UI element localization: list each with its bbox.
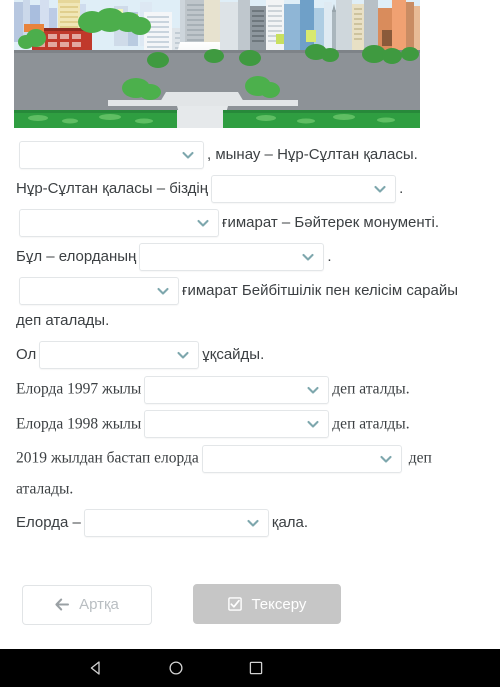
sentence-text-8b: деп аталды. [332,415,410,433]
chevron-down-icon [373,182,387,196]
dropdown-7[interactable] [144,375,330,404]
sentence-text-10b: қала. [271,514,309,531]
sentence-text-8a: Елорда 1998 жылы [16,415,142,433]
dropdown-5[interactable] [19,277,179,306]
dropdown-3[interactable] [19,209,219,238]
chevron-down-icon [181,148,195,162]
sentence-row-1: , мынау – Нұр-Сұлтан қаласы. [16,140,486,170]
check-button[interactable]: Тексеру [193,584,342,624]
sentence-row-2: Нұр-Сұлтан қаласы – біздің . [16,174,486,204]
dropdown-10[interactable] [83,509,269,537]
sentence-text-4b: . [327,248,332,266]
sentence-row-3: ғимарат – Бәйтерек монументі. [16,208,486,238]
dropdown-4[interactable] [139,243,325,272]
checkbox-checked-icon [228,597,243,611]
recents-square-icon[interactable] [245,657,267,679]
sentence-row-10: Елорда – қала. [16,508,486,538]
fill-in-the-blank-form: , мынау – Нұр-Сұлтан қаласы. Нұр-Сұлтан … [0,128,500,542]
chevron-down-icon [196,216,210,230]
back-button-label: Артқа [79,596,119,613]
check-button-label: Тексеру [251,595,307,613]
home-circle-icon[interactable] [165,657,187,679]
nur-sultan-city-illustration [14,0,420,128]
chevron-down-icon [301,250,315,264]
sentence-text-10a: Елорда – [16,514,81,531]
dropdown-8[interactable] [144,410,330,439]
chevron-down-icon [379,452,393,466]
dropdown-1[interactable] [19,141,204,170]
sentence-row-7: Елорда 1997 жылы деп аталды. [16,374,486,404]
chevron-down-icon [156,284,170,298]
action-button-row: Артқа Тексеру [0,584,500,625]
sentence-text-7b: деп аталды. [332,380,410,398]
sentence-row-9: 2019 жылдан бастап елорда деп аталады. [16,443,486,504]
sentence-text-7a: Елорда 1997 жылы [16,380,142,398]
sentence-row-4: Бұл – елорданың . [16,242,486,272]
sentence-text-1a: , мынау – Нұр-Сұлтан қаласы. [207,146,418,164]
exercise-screen: , мынау – Нұр-Сұлтан қаласы. Нұр-Сұлтан … [0,0,500,687]
dropdown-9[interactable] [201,444,402,473]
sentence-text-3a: ғимарат – Бәйтерек монументі. [222,214,440,232]
dropdown-2[interactable] [211,175,397,204]
chevron-down-icon [246,516,260,530]
sentence-text-2b: . [399,180,404,198]
sentence-text-6b: ұқсайды. [202,346,265,364]
arrow-left-icon [55,598,70,611]
chevron-down-icon [306,417,320,431]
sentence-text-9a: 2019 жылдан бастап елорда [16,449,199,467]
sentence-row-6: Ол ұқсайды. [16,340,486,370]
sentence-text-2a: Нұр-Сұлтан қаласы – біздің [16,180,209,198]
sentence-text-4a: Бұл – елорданың [16,248,137,266]
back-button[interactable]: Артқа [22,584,152,625]
back-triangle-icon[interactable] [85,657,107,679]
sentence-row-8: Елорда 1998 жылы деп аталды. [16,409,486,439]
city-illustration-svg [14,0,420,128]
dropdown-6[interactable] [39,341,200,370]
android-navigation-bar [0,649,500,687]
sentence-row-5: ғимарат Бейбітшілік пен келісім сарайы д… [16,276,486,336]
chevron-down-icon [176,348,190,362]
chevron-down-icon [306,383,320,397]
sentence-text-6a: Ол [16,346,37,364]
